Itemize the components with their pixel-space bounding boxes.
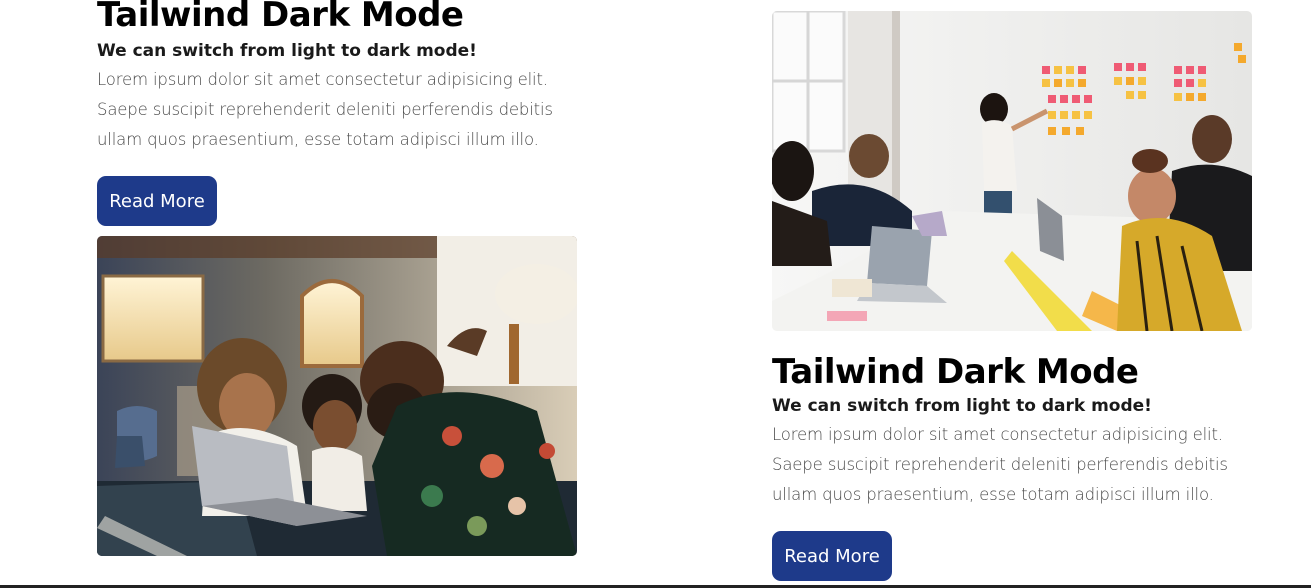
- right-read-more-button[interactable]: Read More: [772, 531, 892, 581]
- right-card-body-line-3: ullam quos praesentium, esse totam adipi…: [772, 485, 1214, 504]
- left-card-subtitle: We can switch from light to dark mode!: [97, 41, 477, 61]
- left-card-image: [97, 236, 577, 556]
- left-card-text: Tailwind Dark Mode We can switch from li…: [97, 0, 577, 155]
- left-card-body-line-3: ullam quos praesentium, esse totam adipi…: [97, 130, 539, 149]
- right-card-body-line-2: Saepe suscipit reprehenderit deleniti pe…: [772, 455, 1228, 474]
- left-card-body-line-1: Lorem ipsum dolor sit amet consectetur a…: [97, 70, 548, 89]
- left-card-title: Tailwind Dark Mode: [97, 0, 464, 35]
- right-card-title: Tailwind Dark Mode: [772, 352, 1139, 392]
- right-card-body-line-1: Lorem ipsum dolor sit amet consectetur a…: [772, 425, 1223, 444]
- right-card-image: [772, 11, 1252, 331]
- left-card-body-line-2: Saepe suscipit reprehenderit deleniti pe…: [97, 100, 553, 119]
- right-card-subtitle: We can switch from light to dark mode!: [772, 396, 1152, 416]
- right-card-body: Lorem ipsum dolor sit amet consectetur a…: [772, 420, 1252, 510]
- left-read-more-button[interactable]: Read More: [97, 176, 217, 226]
- left-card-body: Lorem ipsum dolor sit amet consectetur a…: [97, 65, 577, 155]
- right-card-text: Tailwind Dark Mode We can switch from li…: [772, 355, 1252, 510]
